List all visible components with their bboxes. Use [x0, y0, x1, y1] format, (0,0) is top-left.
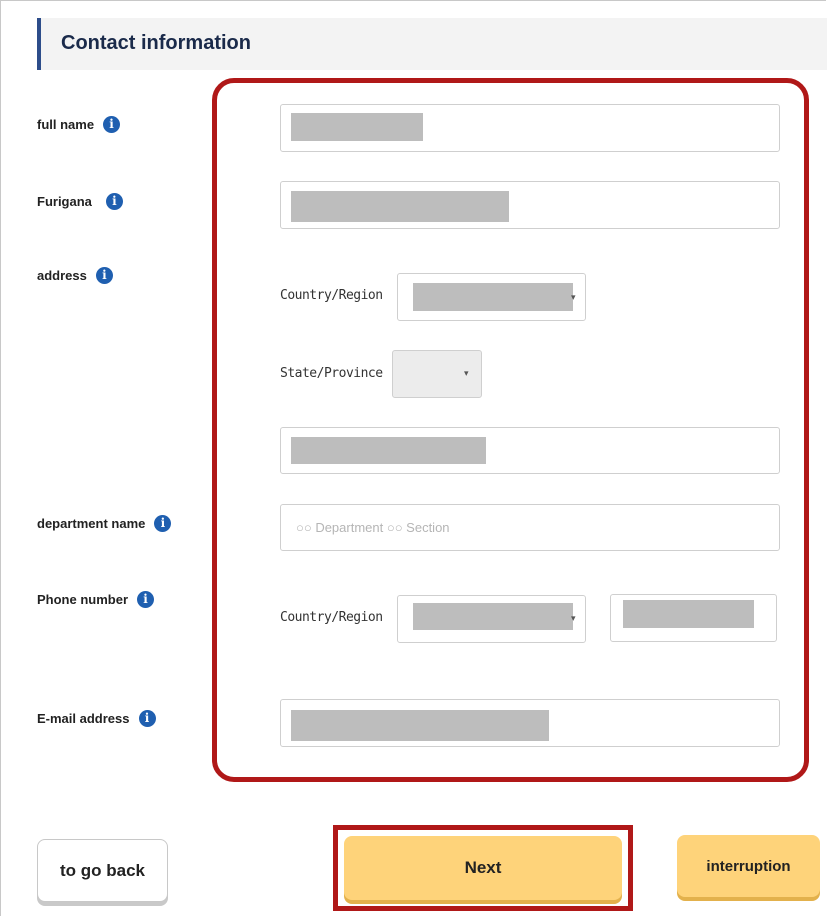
furigana-label-text: Furigana: [37, 194, 92, 209]
redacted-value: [413, 283, 573, 311]
info-icon[interactable]: i: [103, 116, 121, 133]
address-country-label: Country/Region: [280, 288, 383, 303]
department-name-label: department name i: [37, 515, 172, 532]
chevron-down-icon: ▾: [571, 292, 576, 302]
address-country-select[interactable]: ▾: [397, 273, 586, 321]
back-button[interactable]: to go back: [37, 839, 168, 902]
furigana-input[interactable]: [280, 181, 780, 229]
full-name-label-text: full name: [37, 117, 95, 132]
chevron-down-icon: ▾: [571, 613, 576, 623]
section-title: Contact information: [61, 32, 251, 54]
info-icon[interactable]: i: [95, 267, 113, 284]
department-name-input[interactable]: ○○ Department ○○ Section: [280, 504, 780, 551]
phone-country-select[interactable]: ▾: [397, 595, 586, 643]
full-name-label: full name i: [37, 116, 121, 133]
furigana-label: Furigana i: [37, 193, 123, 210]
phone-number-input[interactable]: [610, 594, 777, 642]
email-label: E-mail address i: [37, 710, 156, 727]
interruption-button[interactable]: interruption: [677, 835, 820, 897]
section-header: Contact information: [37, 18, 827, 70]
redacted-value: [291, 437, 486, 464]
email-input[interactable]: [280, 699, 780, 747]
next-button[interactable]: Next: [344, 836, 622, 900]
info-icon[interactable]: i: [105, 193, 123, 210]
email-label-text: E-mail address: [37, 711, 130, 726]
address-state-select[interactable]: ▾: [392, 350, 482, 398]
phone-country-label: Country/Region: [280, 610, 383, 625]
address-line-input[interactable]: [280, 427, 780, 474]
chevron-down-icon: ▾: [464, 368, 469, 378]
redacted-value: [291, 710, 549, 741]
info-icon[interactable]: i: [154, 515, 172, 532]
phone-number-label-text: Phone number: [37, 592, 129, 607]
department-placeholder: ○○ Department ○○ Section: [296, 520, 450, 535]
redacted-value: [623, 600, 754, 628]
address-label: address i: [37, 267, 113, 284]
interruption-button-label: interruption: [706, 857, 791, 875]
info-icon[interactable]: i: [138, 710, 156, 727]
redacted-value: [291, 191, 509, 222]
redacted-value: [413, 603, 573, 630]
redacted-value: [291, 113, 423, 141]
back-button-label: to go back: [59, 860, 145, 880]
next-button-label: Next: [464, 858, 502, 877]
info-icon[interactable]: i: [137, 591, 155, 608]
department-name-label-text: department name: [37, 516, 146, 531]
full-name-input[interactable]: [280, 104, 780, 152]
phone-number-label: Phone number i: [37, 591, 155, 608]
address-label-text: address: [37, 268, 87, 283]
address-state-label: State/Province: [280, 366, 383, 381]
